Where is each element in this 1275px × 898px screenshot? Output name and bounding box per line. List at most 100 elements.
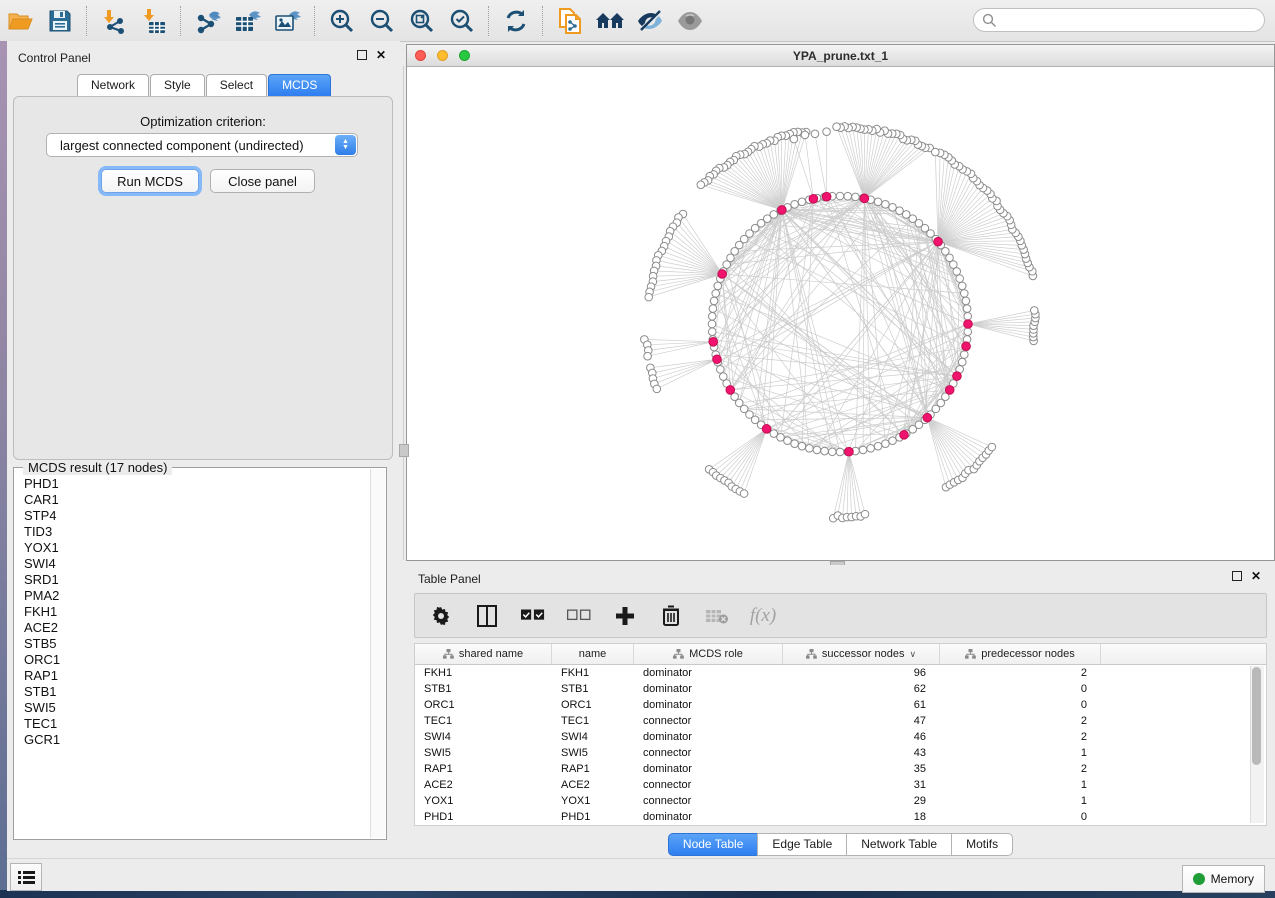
graph-selected-hub-node[interactable] [900,431,909,440]
mcds-result-item[interactable]: PMA2 [17,588,365,604]
table-row[interactable]: SWI4SWI4dominator462 [415,729,1266,745]
graph-node[interactable] [714,282,722,290]
mcds-result-item[interactable]: SRD1 [17,572,365,588]
column-header-predecessor-nodes[interactable]: predecessor nodes [940,644,1101,664]
zoom-selected-icon[interactable] [445,6,479,36]
graph-node[interactable] [813,446,821,454]
graph-node[interactable] [844,192,852,200]
tab-network[interactable]: Network [77,74,149,96]
graph-selected-hub-node[interactable] [964,320,973,329]
tab-style[interactable]: Style [150,74,205,96]
export-image-icon[interactable] [271,6,305,36]
float-panel-icon[interactable] [357,50,367,60]
graph-selected-hub-node[interactable] [709,338,718,347]
graph-selected-hub-node[interactable] [778,206,787,215]
graph-node[interactable] [953,268,961,276]
delete-column-icon[interactable] [659,603,683,629]
graph-leaf-node[interactable] [653,385,661,393]
deselect-all-checkboxes-icon[interactable] [567,603,591,629]
graph-node[interactable] [874,198,882,206]
graph-node[interactable] [882,440,890,448]
graph-leaf-node[interactable] [740,490,748,498]
mcds-result-item[interactable]: PHD1 [17,476,365,492]
mcds-result-item[interactable]: STB5 [17,636,365,652]
graph-leaf-node[interactable] [697,181,705,189]
mcds-result-item[interactable]: FKH1 [17,604,365,620]
add-column-icon[interactable] [613,603,637,629]
graph-leaf-node[interactable] [1030,307,1038,315]
zoom-out-icon[interactable] [365,6,399,36]
tab-node-table[interactable]: Node Table [668,833,759,856]
graph-node[interactable] [777,434,785,442]
close-panel-button[interactable]: Close panel [210,169,315,193]
graph-node[interactable] [964,328,972,336]
table-row[interactable]: ORC1ORC1dominator610 [415,697,1266,713]
column-header-MCDS-role[interactable]: MCDS role [634,644,783,664]
vertical-splitter-handle[interactable] [399,444,409,457]
graph-node[interactable] [723,261,731,269]
graph-node[interactable] [798,198,806,206]
graph-node[interactable] [889,437,897,445]
graph-selected-hub-node[interactable] [822,192,831,201]
table-row[interactable]: SWI5SWI5connector431 [415,745,1266,761]
graph-node[interactable] [708,312,716,320]
mcds-result-item[interactable]: SWI5 [17,700,365,716]
graph-node[interactable] [956,275,964,283]
graph-node[interactable] [958,282,966,290]
graph-node[interactable] [708,328,716,336]
run-mcds-button[interactable]: Run MCDS [101,169,199,193]
column-header-shared-name[interactable]: shared name [415,644,552,664]
graph-selected-hub-node[interactable] [953,372,962,381]
export-network-icon[interactable] [191,6,225,36]
graph-node[interactable] [806,444,814,452]
vertical-splitter[interactable] [403,66,404,560]
show-all-icon[interactable] [673,6,707,36]
graph-node[interactable] [784,437,792,445]
save-icon[interactable] [43,6,77,36]
table-row[interactable]: PHD1PHD1dominator180 [415,809,1266,825]
graph-leaf-node[interactable] [861,510,869,518]
close-panel-icon[interactable]: ✕ [376,50,386,60]
criterion-dropdown[interactable]: largest connected component (undirected)… [46,133,358,157]
graph-leaf-node[interactable] [644,352,652,360]
import-network-icon[interactable] [97,6,131,36]
mcds-result-item[interactable]: STB1 [17,684,365,700]
tab-mcds[interactable]: MCDS [268,74,331,96]
table-row[interactable]: TEC1TEC1connector472 [415,713,1266,729]
column-layout-icon[interactable] [475,603,499,629]
graph-node[interactable] [821,447,829,455]
close-panel-icon[interactable]: ✕ [1251,571,1261,581]
mcds-result-item[interactable]: TID3 [17,524,365,540]
graph-selected-hub-node[interactable] [934,237,943,246]
graph-selected-hub-node[interactable] [923,413,932,422]
column-header-successor-nodes[interactable]: successor nodes∨ [783,644,940,664]
refresh-icon[interactable] [499,6,533,36]
graph-node[interactable] [867,444,875,452]
graph-node[interactable] [836,448,844,456]
table-row[interactable]: ACE2ACE2connector311 [415,777,1266,793]
graph-node[interactable] [882,201,890,209]
graph-node[interactable] [709,305,717,313]
graph-selected-hub-node[interactable] [726,386,735,395]
table-scrollbar-thumb[interactable] [1252,667,1261,765]
memory-button[interactable]: Memory [1182,865,1265,893]
graph-node[interactable] [828,448,836,456]
graph-node[interactable] [836,192,844,200]
graph-selected-hub-node[interactable] [945,386,954,395]
export-table-icon[interactable] [231,6,265,36]
graph-node[interactable] [964,312,972,320]
hide-selected-icon[interactable] [633,6,667,36]
graph-node[interactable] [874,442,882,450]
clone-network-icon[interactable] [553,6,587,36]
graph-leaf-node[interactable] [833,123,841,131]
graph-node[interactable] [712,290,720,298]
graph-leaf-node[interactable] [801,131,809,139]
graph-node[interactable] [889,203,897,211]
table-row[interactable]: RAP1RAP1dominator352 [415,761,1266,777]
mcds-result-item[interactable]: TEC1 [17,716,365,732]
tab-edge-table[interactable]: Edge Table [757,833,847,856]
graph-node[interactable] [791,201,799,209]
graph-selected-hub-node[interactable] [713,355,722,364]
graph-node[interactable] [719,373,727,381]
mcds-list-scrollbar[interactable] [370,469,385,838]
